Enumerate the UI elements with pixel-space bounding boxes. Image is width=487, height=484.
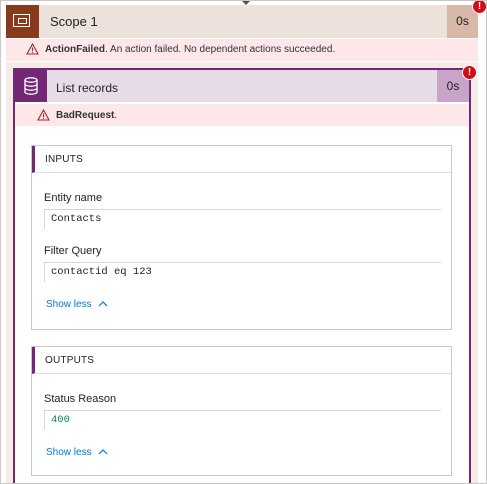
inputs-heading: INPUTS <box>32 146 451 173</box>
chevron-up-icon <box>98 449 108 455</box>
inputs-section: INPUTS Entity name Contacts Filter Query… <box>31 145 452 330</box>
error-badge-icon: ! <box>462 65 477 80</box>
section-title: OUTPUTS <box>45 355 95 366</box>
warning-icon <box>26 43 39 55</box>
scope-error-text: ActionFailed. An action failed. No depen… <box>45 44 335 55</box>
section-title: INPUTS <box>45 154 83 165</box>
list-records-card: List records 0s BadRequest. INPUTS Entit… <box>13 68 471 483</box>
warning-icon <box>37 109 50 121</box>
filter-query-value: contactid eq 123 <box>44 262 441 282</box>
entity-name-label: Entity name <box>44 192 103 204</box>
error-code: BadRequest <box>56 110 115 121</box>
run-history-canvas: Scope 1 0s ! ActionFailed. An action fai… <box>0 0 487 484</box>
error-badge-icon: ! <box>472 1 486 14</box>
scope-header[interactable]: Scope 1 0s <box>6 5 478 38</box>
scope-error-banner: ActionFailed. An action failed. No depen… <box>6 39 478 61</box>
filter-query-label: Filter Query <box>44 245 102 257</box>
action-error-banner: BadRequest. <box>15 104 469 126</box>
outputs-show-less-link[interactable]: Show less <box>46 447 108 458</box>
scope-icon <box>6 5 39 38</box>
database-icon <box>15 70 47 102</box>
error-message: . An action failed. No dependent actions… <box>105 44 336 55</box>
outputs-heading: OUTPUTS <box>32 347 451 374</box>
outputs-section: OUTPUTS Status Reason 400 Show less <box>31 346 452 476</box>
error-suffix: . <box>114 110 118 121</box>
entity-name-value: Contacts <box>44 209 441 229</box>
scope-title: Scope 1 <box>50 14 98 29</box>
action-header[interactable]: List records 0s <box>15 70 469 102</box>
chevron-up-icon <box>98 301 108 307</box>
inputs-show-less-link[interactable]: Show less <box>46 299 108 310</box>
status-reason-value: 400 <box>44 410 441 430</box>
status-reason-label: Status Reason <box>44 393 117 405</box>
show-less-label: Show less <box>46 299 92 310</box>
show-less-label: Show less <box>46 447 92 458</box>
action-error-text: BadRequest. <box>56 110 117 121</box>
action-title: List records <box>56 81 119 95</box>
error-code: ActionFailed <box>45 44 106 55</box>
